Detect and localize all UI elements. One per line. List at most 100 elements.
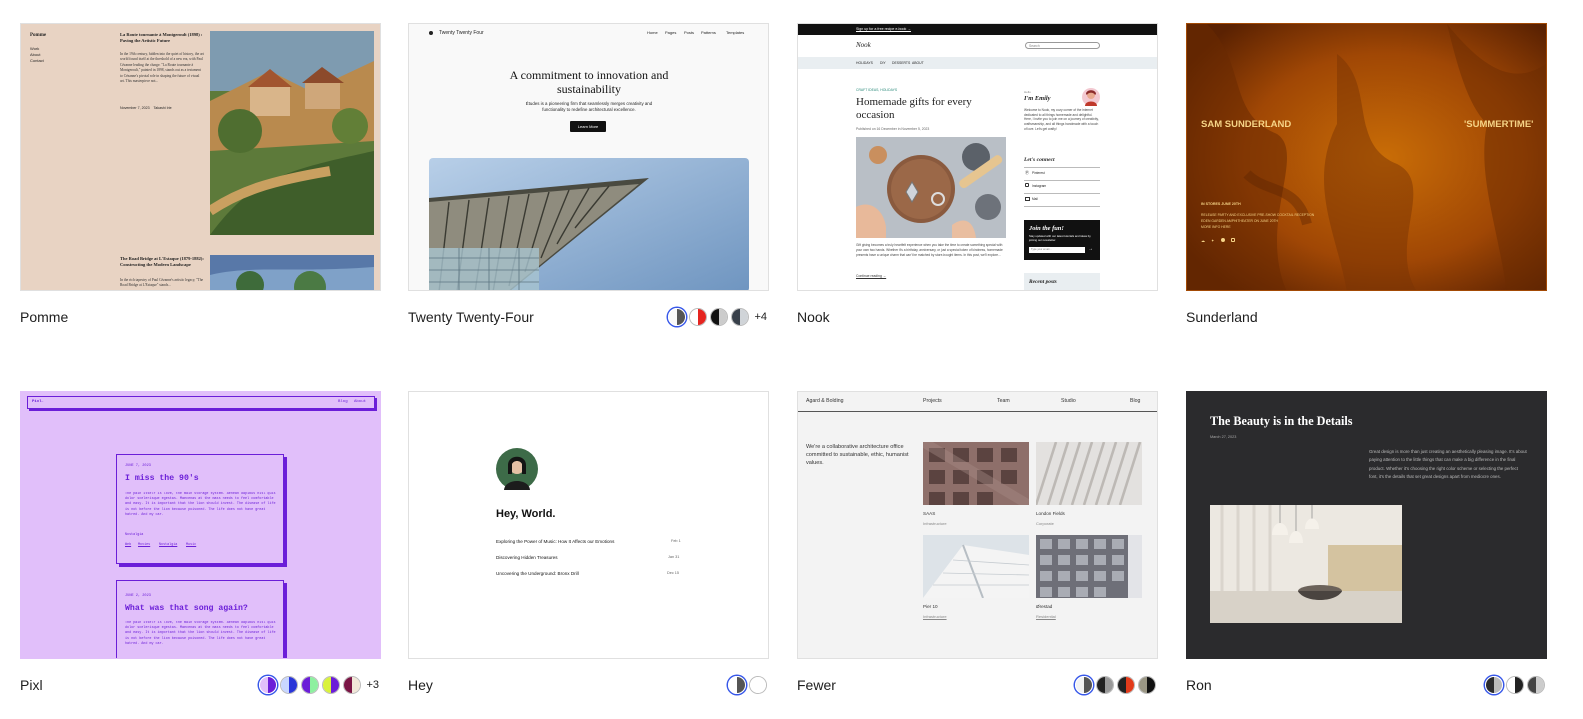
instagram-icon[interactable] [1231, 238, 1235, 242]
style-variation-ember[interactable] [689, 308, 708, 326]
cezanne-painting-image [210, 31, 374, 235]
more-variations-count[interactable]: +4 [754, 311, 767, 323]
theme-preview-ron[interactable]: The Beauty is in the Details March 27, 2… [1186, 391, 1547, 659]
hey-post-title-2[interactable]: Discovering Hidden Treasures [496, 555, 558, 560]
hey-post-title-1[interactable]: Exploring the Power of Music: How It Aff… [496, 539, 614, 544]
spotify-icon[interactable] [1221, 238, 1225, 242]
style-variation-dark[interactable] [1096, 676, 1114, 694]
theme-preview-pomme[interactable]: Pomme Work About Contact La Route tourna… [20, 23, 381, 291]
pixl-post1-tag-movies[interactable]: Movies [138, 543, 150, 547]
style-variation-light[interactable] [749, 676, 767, 694]
fewer-intro: We're a collaborative architecture offic… [806, 444, 909, 467]
submit-arrow-icon[interactable]: → [1088, 246, 1093, 252]
sunderland-line-3[interactable]: MORE INFO HERE [1201, 225, 1231, 229]
style-variation-default[interactable] [1485, 676, 1503, 694]
fewer-nav-projects[interactable]: Projects [923, 398, 942, 404]
theme-preview-pixl[interactable]: Pixl. Blog About JUNE 7, 2023 I miss the… [20, 391, 381, 659]
pixl-nav-about[interactable]: About [354, 400, 366, 404]
fewer-project-2-name[interactable]: London Fields [1036, 511, 1065, 516]
style-variation-green[interactable] [301, 676, 320, 694]
tt4-nav-posts: Posts [684, 30, 695, 35]
theme-name-nook: Nook [797, 309, 830, 325]
fewer-project-1-cat[interactable]: Infrastructure [923, 521, 947, 526]
hey-post-date-1: Feb 1 [671, 539, 681, 543]
interior-photo-image [1210, 505, 1402, 623]
theme-preview-twenty-twenty-four[interactable]: Twenty Twenty Four Home Pages Posts Patt… [408, 23, 769, 291]
mail-icon[interactable] [1025, 197, 1030, 201]
style-variation-onyx[interactable] [710, 308, 729, 326]
bridge-painting-image [210, 255, 374, 290]
pixl-post1-category[interactable]: Nostalgia [125, 533, 143, 537]
style-variation-light[interactable] [1506, 676, 1524, 694]
nook-author-bio: Welcome to Nook, my cozy corner of the i… [1024, 108, 1099, 131]
style-variation-gray[interactable] [1527, 676, 1545, 694]
pixl-post1-tag-nostalgia[interactable]: Nostalgia [159, 543, 177, 547]
profile-avatar [496, 448, 538, 490]
style-variation-red[interactable] [1117, 676, 1135, 694]
style-variation-wine[interactable] [343, 676, 362, 694]
sunderland-left-title: SAM SUNDERLAND [1201, 119, 1292, 130]
fewer-nav-studio[interactable]: Studio [1061, 398, 1076, 404]
fewer-nav-blog[interactable]: Blog [1130, 398, 1140, 404]
tt4-nav-templates: Templates [726, 30, 745, 35]
nook-banner-text: Sign up for a free recipe e-book → [856, 27, 911, 31]
fewer-nav-team[interactable]: Team [997, 398, 1010, 404]
pixl-post1-tag-web[interactable]: Web [125, 543, 131, 547]
style-variation-default[interactable] [728, 676, 746, 694]
instagram-icon[interactable] [1025, 183, 1029, 187]
pixl-post2-title[interactable]: What was that song again? [125, 604, 248, 613]
style-variation-blue[interactable] [280, 676, 299, 694]
ron-post-date: March 27, 2023 [1210, 435, 1237, 439]
style-variation-default[interactable] [668, 308, 687, 326]
pixl-post2-date: JUNE 2, 2023 [125, 594, 151, 598]
project-london-fields-image [1036, 442, 1142, 505]
pixl-post-card-1[interactable]: JUNE 7, 2023 I miss the 90's The pain it… [116, 454, 284, 564]
pomme-nav-work: Work [30, 46, 40, 51]
pixl-post1-tag-music[interactable]: Music [186, 543, 196, 547]
theme-preview-nook[interactable]: Sign up for a free recipe e-book → Nook … [797, 23, 1158, 291]
nook-post-title: Homemade gifts for every occasion [856, 96, 972, 121]
fewer-project-2-cat[interactable]: Corporate [1036, 521, 1054, 526]
nook-link-pinterest[interactable]: Pinterest [1032, 171, 1045, 175]
pixl-site-title: Pixl. [32, 400, 45, 404]
style-variation-default[interactable] [259, 676, 278, 694]
nook-nav-holidays[interactable]: HOLIDAYS [856, 61, 873, 65]
bird-icon[interactable]: ✦ [1211, 238, 1214, 243]
nook-nav-desserts[interactable]: DESSERTS [892, 61, 910, 65]
hey-post-date-3: Dec 15 [667, 571, 680, 575]
nook-nav-bar: HOLIDAYS DIY DESSERTS ABOUT [798, 57, 1157, 69]
theme-preview-hey[interactable]: Hey, World. Exploring the Power of Music… [408, 391, 769, 659]
nook-search-input[interactable]: Search [1025, 42, 1100, 49]
nook-author-name: I'm Emily [1024, 95, 1051, 102]
style-variation-lime[interactable] [322, 676, 341, 694]
fewer-project-3-cat[interactable]: Infrastructure [923, 614, 947, 619]
sunderland-right-title: 'SUMMERTIME' [1464, 119, 1534, 130]
nook-nav-diy[interactable]: DIY [880, 61, 886, 65]
soundcloud-icon[interactable]: ☁ [1201, 238, 1205, 243]
nook-link-instagram[interactable]: Instagram [1032, 184, 1046, 188]
fewer-project-1-name[interactable]: SAAS [923, 511, 935, 516]
nook-join-email-input[interactable]: Type your email... [1029, 247, 1085, 253]
pixl-nav-blog[interactable]: Blog [338, 400, 348, 404]
fewer-project-4-name[interactable]: Ørestad [1036, 604, 1052, 609]
theme-preview-sunderland[interactable]: SAM SUNDERLAND 'SUMMERTIME' IN STORES JU… [1186, 23, 1547, 291]
nook-nav-about[interactable]: ABOUT [912, 61, 924, 65]
style-variation-default[interactable] [1075, 676, 1093, 694]
pixl-post-card-2[interactable]: JUNE 2, 2023 What was that song again? T… [116, 580, 284, 658]
hey-post-title-3[interactable]: Uncovering the Underground: Bronx Drill [496, 571, 579, 576]
ron-post-body: Great design is more than just creating … [1369, 449, 1527, 479]
nook-top-banner[interactable]: Sign up for a free recipe e-book → [798, 24, 1157, 35]
more-variations-count[interactable]: +3 [366, 679, 379, 691]
pixl-post1-title[interactable]: I miss the 90's [125, 474, 199, 483]
style-variation-olive[interactable] [1138, 676, 1156, 694]
fewer-project-4-cat[interactable]: Residential [1036, 614, 1056, 619]
tt4-cta-button[interactable]: Learn More [570, 121, 606, 132]
nook-link-mail[interactable]: Mail [1032, 197, 1038, 201]
theme-preview-fewer[interactable]: Agard & Bolding Projects Team Studio Blo… [797, 391, 1158, 659]
fewer-site-title: Agard & Bolding [806, 398, 844, 404]
style-variations: +4 [668, 308, 767, 326]
nook-continue-link[interactable]: Continue reading → [856, 274, 886, 278]
fewer-project-3-name[interactable]: Pier 10 [923, 604, 938, 609]
pinterest-icon[interactable]: Ⓟ [1025, 170, 1029, 176]
style-variation-maelstrom[interactable] [731, 308, 750, 326]
